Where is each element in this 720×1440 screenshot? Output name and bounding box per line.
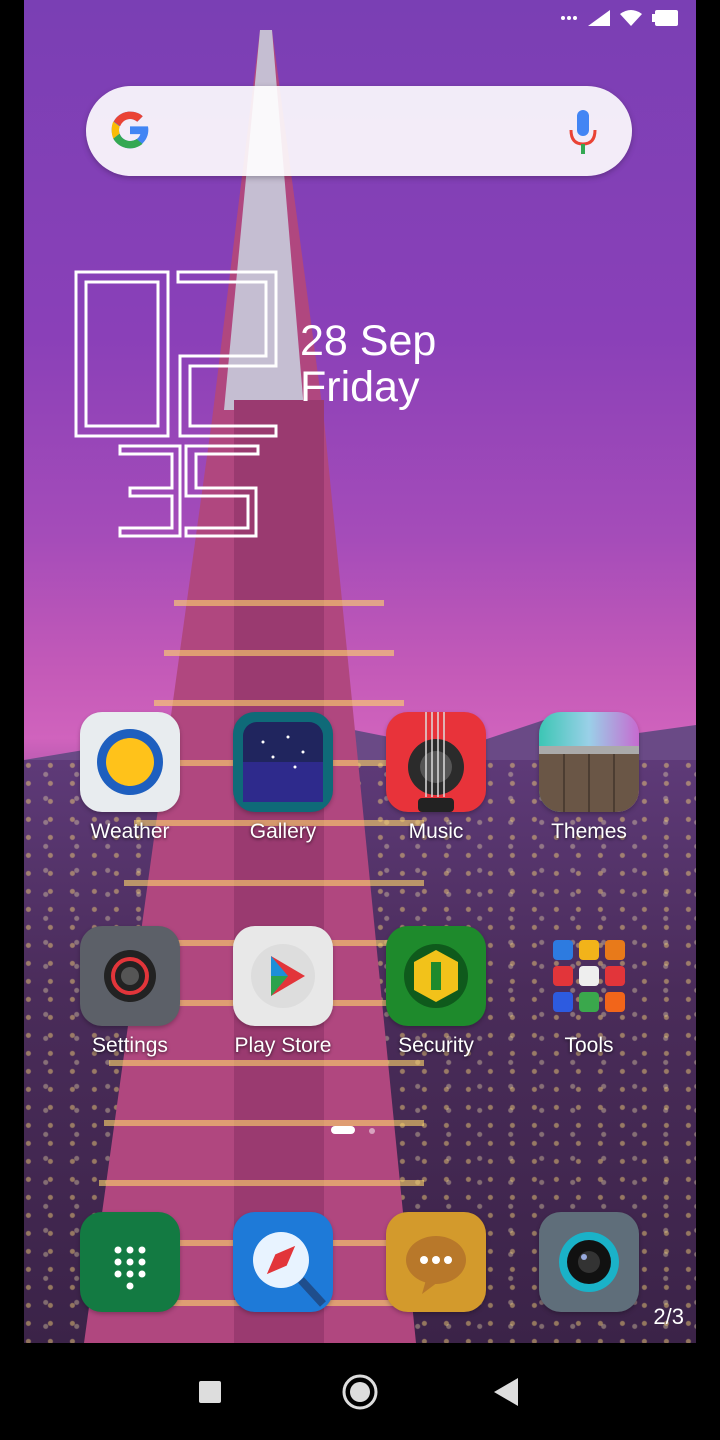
gallery-icon xyxy=(233,712,333,812)
music-icon xyxy=(386,712,486,812)
themes-icon xyxy=(539,712,639,812)
date-widget[interactable]: 28 Sep Friday xyxy=(300,318,436,410)
app-label: Settings xyxy=(92,1034,168,1057)
recents-square-icon xyxy=(199,1380,221,1403)
navigation-bar xyxy=(0,1343,720,1440)
app-label: Gallery xyxy=(249,820,317,843)
back-triangle-icon xyxy=(494,1377,518,1406)
app-label: Tools xyxy=(564,1034,614,1057)
security-icon xyxy=(386,926,486,1026)
app-label: Music xyxy=(408,820,464,843)
wallpaper-tower xyxy=(84,30,424,1343)
app-label: Themes xyxy=(551,820,627,843)
app-tools-folder[interactable]: Tools xyxy=(524,926,654,1058)
app-music[interactable]: Music xyxy=(371,712,501,844)
app-weather[interactable]: Weather xyxy=(65,712,195,844)
messages-icon xyxy=(386,1212,486,1312)
phone-dialer-icon xyxy=(80,1212,180,1312)
page-counter: 2/3 xyxy=(653,1304,684,1329)
app-security[interactable]: Security xyxy=(371,926,501,1058)
app-settings[interactable]: Settings xyxy=(65,926,195,1058)
dock-messages[interactable] xyxy=(371,1212,501,1312)
more-dots-icon xyxy=(561,16,577,20)
camera-icon xyxy=(539,1212,639,1312)
app-label: Security xyxy=(398,1034,474,1057)
app-gallery[interactable]: Gallery xyxy=(218,712,348,844)
mic-icon[interactable] xyxy=(568,110,598,154)
browser-compass-icon xyxy=(233,1212,333,1312)
clock-minutes: 35 xyxy=(70,266,72,267)
page-indicator-dot xyxy=(369,1128,375,1134)
app-label: Play Store xyxy=(234,1034,332,1057)
status-bar xyxy=(560,10,678,26)
clock-widget[interactable]: 02 35 xyxy=(70,266,290,556)
clock-hours: 02 xyxy=(70,266,72,267)
google-logo xyxy=(111,111,149,149)
recents-button[interactable] xyxy=(170,1343,250,1440)
day-text: Friday xyxy=(300,363,420,411)
tools-folder-icon xyxy=(539,926,639,1026)
settings-icon xyxy=(80,926,180,1026)
app-themes[interactable]: Themes xyxy=(524,712,654,844)
page-indicator-active xyxy=(331,1126,355,1134)
back-button[interactable] xyxy=(466,1343,546,1440)
play-store-icon xyxy=(233,926,333,1026)
signal-icon xyxy=(588,10,610,26)
wifi-icon xyxy=(620,10,642,26)
battery-icon xyxy=(652,10,678,26)
home-screen: 02 35 28 Sep Friday Weather Gallery Musi… xyxy=(24,0,696,1343)
date-text: 28 Sep xyxy=(300,317,437,365)
app-label: Weather xyxy=(90,820,170,843)
dock-browser[interactable] xyxy=(218,1212,348,1312)
google-search-bar[interactable] xyxy=(86,86,632,176)
dock-camera[interactable] xyxy=(524,1212,654,1312)
weather-icon xyxy=(80,712,180,812)
home-circle-icon xyxy=(342,1374,378,1409)
home-button[interactable] xyxy=(320,1343,400,1440)
app-play-store[interactable]: Play Store xyxy=(218,926,348,1058)
dock-phone[interactable] xyxy=(65,1212,195,1312)
